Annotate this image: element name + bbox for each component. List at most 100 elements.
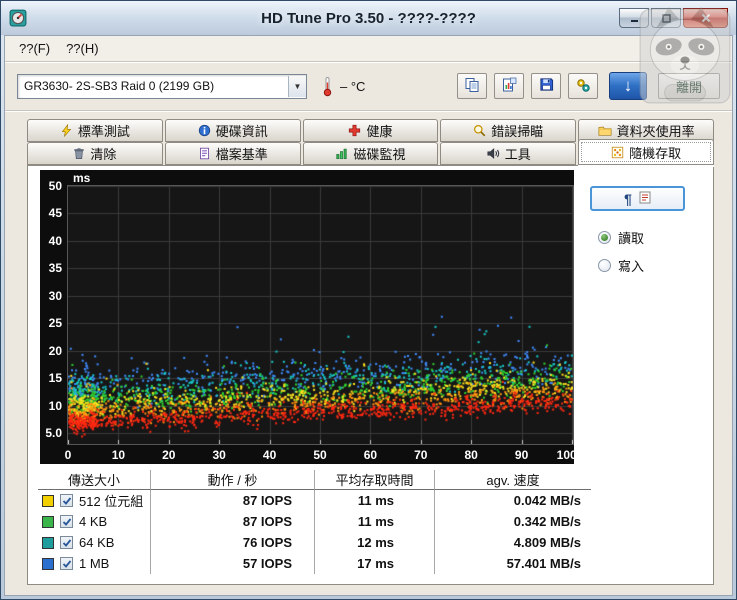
series-label: 4 KB xyxy=(79,514,107,529)
iops-value: 87 IOPS xyxy=(151,511,315,532)
series-label: 512 位元組 xyxy=(79,491,143,510)
series-label: 64 KB xyxy=(79,535,114,550)
pilcrow-icon: ¶ xyxy=(624,192,632,206)
y-tick-label: 10 xyxy=(49,400,62,413)
toolbar: GR3630- 2S-SB3 Raid 0 (2199 GB) ▼ – °C xyxy=(5,62,732,111)
tab-label: 健康 xyxy=(366,121,392,140)
tab-file-benchmark[interactable]: 檔案基準 xyxy=(165,142,301,165)
series-checkbox[interactable] xyxy=(60,494,73,507)
tab-label: 硬碟資訊 xyxy=(216,121,268,140)
read-radio[interactable]: 讀取 xyxy=(598,228,708,247)
tab-label: 錯誤掃瞄 xyxy=(491,121,543,140)
tab-monitor[interactable]: 磁碟監視 xyxy=(303,142,439,165)
series-color-swatch xyxy=(42,537,54,549)
x-tick-label: 100% xyxy=(557,448,588,462)
x-tick-label: 40 xyxy=(263,448,276,462)
chevron-down-icon[interactable]: ▼ xyxy=(288,76,306,97)
gears-icon xyxy=(575,77,591,96)
write-radio[interactable]: 寫入 xyxy=(598,256,708,275)
save-button[interactable] xyxy=(531,73,561,99)
maximize-button[interactable] xyxy=(651,8,681,28)
exit-button[interactable]: 離開 xyxy=(658,73,720,99)
random-access-icon xyxy=(611,146,624,159)
floppy-disk-icon xyxy=(539,77,554,95)
copy-icon xyxy=(464,77,480,96)
menubar: ??(F) ??(H) xyxy=(5,36,732,62)
avg-speed-value: 57.401 MB/s xyxy=(435,553,591,574)
copy-image-button[interactable] xyxy=(494,73,524,99)
menu-file[interactable]: ??(F) xyxy=(11,39,58,58)
radio-icon[interactable] xyxy=(598,259,611,272)
copy-text-button[interactable] xyxy=(457,73,487,99)
avg-speed-value: 0.342 MB/s xyxy=(435,511,591,532)
download-button[interactable]: ↓ xyxy=(609,72,647,100)
tab-benchmark[interactable]: 標準測試 xyxy=(27,119,163,142)
benchmark-icon xyxy=(60,124,73,137)
x-tick-label: 20 xyxy=(162,448,175,462)
tab-label: 工具 xyxy=(505,144,531,163)
y-tick-label: 5.0 xyxy=(45,427,62,440)
tools-icon xyxy=(486,147,500,160)
app-icon xyxy=(9,9,27,27)
thermometer-icon xyxy=(323,76,332,97)
tab-scan[interactable]: 錯誤掃瞄 xyxy=(440,119,576,142)
series-checkbox[interactable] xyxy=(60,515,73,528)
table-row-label-cell: 4 KB xyxy=(38,511,151,532)
tab-label: 清除 xyxy=(90,144,116,163)
iops-value: 57 IOPS xyxy=(151,553,315,574)
column-header: 傳送大小 xyxy=(38,470,151,490)
y-tick-label: 40 xyxy=(49,235,62,248)
copy-chart-icon xyxy=(501,77,517,96)
menu-help[interactable]: ??(H) xyxy=(58,39,107,58)
tab-info[interactable]: 硬碟資訊 xyxy=(165,119,301,142)
y-tick-label: 45 xyxy=(49,207,62,220)
tab-label: 磁碟監視 xyxy=(353,144,405,163)
table-row-label-cell: 1 MB xyxy=(38,553,151,574)
file-benchmark-icon xyxy=(198,147,211,160)
scatter-plot xyxy=(67,185,574,445)
radio-icon[interactable] xyxy=(598,231,611,244)
drive-select[interactable]: GR3630- 2S-SB3 Raid 0 (2199 GB) ▼ xyxy=(17,74,307,99)
radio-label: 讀取 xyxy=(618,228,644,247)
temperature-label: – °C xyxy=(340,79,365,94)
table-row-label-cell: 64 KB xyxy=(38,532,151,553)
access-time-chart: ms 5045403530252015105.0 010203040506070… xyxy=(40,170,574,464)
close-button[interactable] xyxy=(683,8,728,28)
chart-side-controls: ¶ 讀取寫入 xyxy=(590,186,708,275)
avg-access-time-value: 11 ms xyxy=(315,511,435,532)
settings-button[interactable] xyxy=(568,73,598,99)
client-area: ??(F) ??(H) GR3630- 2S-SB3 Raid 0 (2199 … xyxy=(4,35,733,596)
monitor-icon xyxy=(335,147,348,160)
x-tick-label: 60 xyxy=(364,448,377,462)
series-checkbox[interactable] xyxy=(60,536,73,549)
report-page-icon xyxy=(639,191,651,207)
titlebar[interactable]: HD Tune Pro 3.50 - ????-???? xyxy=(1,1,736,35)
tab-tools[interactable]: 工具 xyxy=(440,142,576,165)
x-tick-label: 50 xyxy=(313,448,326,462)
tab-label: 資料夾使用率 xyxy=(617,121,695,140)
tab-health[interactable]: 健康 xyxy=(303,119,439,142)
x-tick-label: 10 xyxy=(112,448,125,462)
tab-erase[interactable]: 清除 xyxy=(27,142,163,165)
iops-value: 87 IOPS xyxy=(151,490,315,511)
y-tick-label: 35 xyxy=(49,262,62,275)
tab-label: 隨機存取 xyxy=(629,143,681,162)
tab-random-access[interactable]: 隨機存取 xyxy=(578,139,714,165)
y-tick-label: 25 xyxy=(49,317,62,330)
series-color-swatch xyxy=(42,516,54,528)
avg-speed-value: 4.809 MB/s xyxy=(435,532,591,553)
text-report-button[interactable]: ¶ xyxy=(590,186,685,211)
x-tick-label: 70 xyxy=(414,448,427,462)
folder-icon xyxy=(598,124,612,137)
erase-icon xyxy=(73,147,85,160)
series-color-swatch xyxy=(42,495,54,507)
avg-access-time-value: 17 ms xyxy=(315,553,435,574)
tab-label: 標準測試 xyxy=(78,121,130,140)
x-tick-label: 30 xyxy=(213,448,226,462)
x-tick-label: 0 xyxy=(65,448,72,462)
scan-icon xyxy=(473,124,486,137)
tab-strip: 標準測試 硬碟資訊 健康 錯誤掃瞄 資料夾使用率 清除 檔案基準 磁碟監視 工具 隨機存取 xyxy=(5,111,732,165)
avg-access-time-value: 12 ms xyxy=(315,532,435,553)
minimize-button[interactable] xyxy=(619,8,649,28)
series-checkbox[interactable] xyxy=(60,557,73,570)
